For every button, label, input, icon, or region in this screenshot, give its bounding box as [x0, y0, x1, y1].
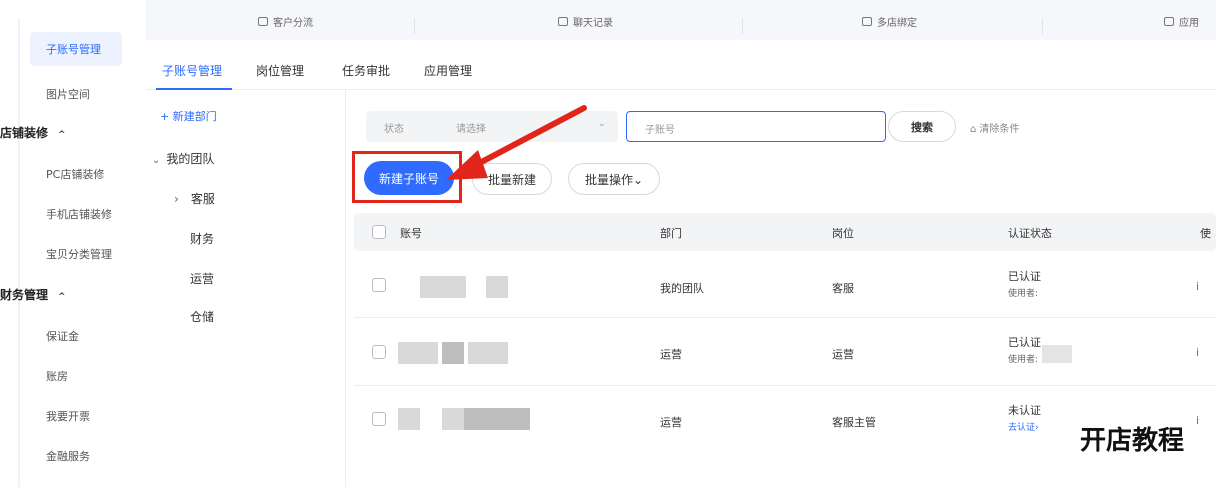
- header-auth-status: 认证状态: [1008, 227, 1052, 240]
- header-position: 岗位: [832, 227, 854, 240]
- row-checkbox[interactable]: [372, 278, 386, 292]
- row-department: 我的团队: [660, 282, 704, 295]
- row-position: 客服: [832, 282, 854, 295]
- row-position: 运营: [832, 348, 854, 361]
- row-divider: [354, 317, 1216, 318]
- watermark-text: 开店教程: [1080, 426, 1185, 456]
- row-user-truncated: i: [1196, 280, 1200, 293]
- row-position: 客服主管: [832, 416, 876, 429]
- header-user: 使: [1200, 227, 1211, 240]
- table-header: 账号 部门 岗位 认证状态 使: [354, 213, 1216, 251]
- redacted-account: [468, 342, 508, 364]
- row-checkbox[interactable]: [372, 412, 386, 426]
- row-checkbox[interactable]: [372, 345, 386, 359]
- redacted-account: [442, 408, 464, 430]
- auth-status-text: 已认证: [1008, 270, 1041, 283]
- go-verify-link[interactable]: 去认证›: [1008, 420, 1041, 433]
- redacted-account: [442, 342, 464, 364]
- redacted-account: [398, 342, 438, 364]
- row-auth-status: 已认证 使用者:: [1008, 334, 1041, 365]
- header-account: 账号: [400, 227, 422, 240]
- select-all-checkbox[interactable]: [372, 225, 386, 239]
- redacted-user: [1042, 345, 1072, 363]
- row-department: 运营: [660, 348, 682, 361]
- auth-user-text: 使用者:: [1008, 289, 1039, 299]
- redacted-account: [486, 276, 508, 298]
- auth-status-text: 已认证: [1008, 336, 1041, 349]
- auth-user-text: 使用者:: [1008, 355, 1039, 365]
- auth-status-text: 未认证: [1008, 404, 1041, 417]
- header-department: 部门: [660, 227, 682, 240]
- redacted-account: [398, 408, 420, 430]
- row-user-truncated: i: [1196, 414, 1200, 427]
- row-department: 运营: [660, 416, 682, 429]
- row-user-truncated: i: [1196, 346, 1200, 359]
- row-auth-status: 已认证 使用者:: [1008, 268, 1041, 299]
- redacted-account: [420, 276, 466, 298]
- redacted-account: [464, 408, 530, 430]
- row-auth-status: 未认证 去认证›: [1008, 402, 1041, 433]
- row-divider: [354, 385, 1216, 386]
